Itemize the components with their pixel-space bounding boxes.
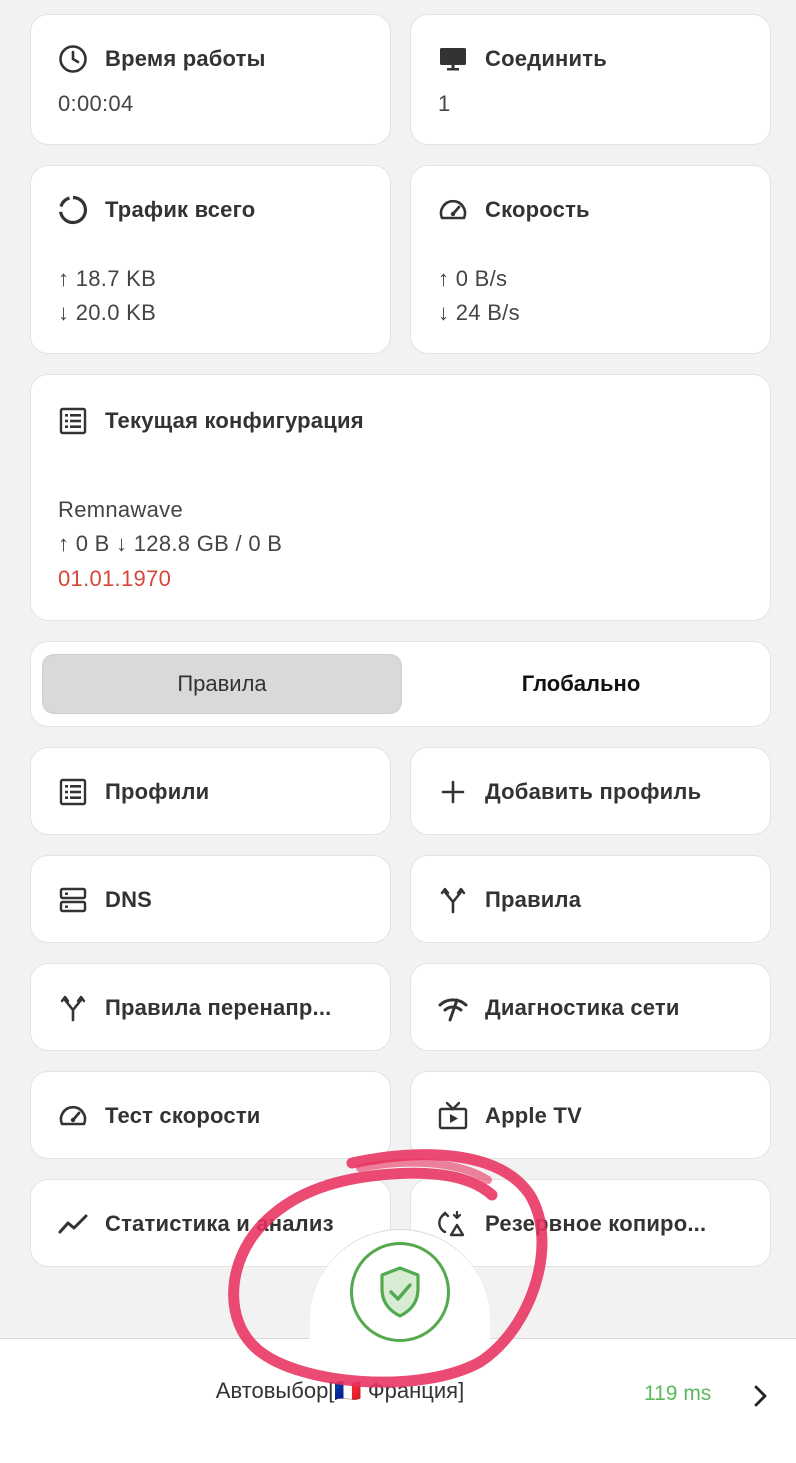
circle-progress-icon [59,195,88,225]
tile-label: Apple TV [485,1103,582,1128]
tile-label: Правила [485,887,582,912]
server-selector[interactable]: Автовыбор[🇫🇷 Франция] [0,1378,680,1404]
monitor-icon [440,48,466,71]
tile-label: Резервное копиро... [485,1211,707,1236]
connections-value: 1 [438,91,451,116]
mode-switch: Правила Глобально [30,641,771,727]
fork-icon [440,887,466,914]
config-name: Remnawave [58,497,183,522]
speedometer-icon [439,199,467,220]
speed-up: ↑ 0 B/s [438,266,508,291]
dns-icon [59,887,87,913]
list-icon [59,407,87,435]
redirect-rules-button[interactable]: Правила перенапр... [30,963,391,1051]
traffic-down: ↓ 20.0 KB [58,300,157,325]
current-config-card[interactable]: Текущая конфигурация Remnawave ↑ 0 B ↓ 1… [30,374,771,621]
tile-label: Статистика и анализ [105,1211,334,1236]
traffic-label: Трафик всего [105,197,256,222]
backup-button[interactable]: Резервное копиро... [410,1179,771,1267]
connections-card[interactable]: Соединить 1 [410,14,771,145]
speed-down: ↓ 24 B/s [438,300,520,325]
ping-value: 119 ms [644,1382,712,1405]
chevron-right-icon[interactable] [750,1383,770,1409]
speed-label: Скорость [485,197,590,222]
dns-button[interactable]: DNS [30,855,391,943]
tile-label: Тест скорости [105,1103,261,1128]
tile-label: Правила перенапр... [105,995,332,1020]
rules-button[interactable]: Правила [410,855,771,943]
speedometer-icon [59,1105,87,1126]
traffic-card: Трафик всего ↑ 18.7 KB ↓ 20.0 KB [30,165,391,354]
plus-icon [441,780,465,804]
config-usage: ↑ 0 B ↓ 128.8 GB / 0 B [58,531,283,556]
shield-check-icon [380,1266,420,1318]
network-diagnostic-icon [438,998,468,1022]
backup-icon [438,1210,465,1237]
tile-label: Диагностика сети [485,995,680,1020]
connect-button[interactable] [350,1242,450,1342]
config-expiry: 01.01.1970 [58,566,172,591]
tile-label: DNS [105,887,153,912]
apple-tv-button[interactable]: Apple TV [410,1071,771,1159]
mode-rules-button[interactable]: Правила [42,654,402,714]
uptime-value: 0:00:04 [58,91,134,116]
tile-label: Добавить профиль [485,779,702,804]
chart-line-icon [58,1214,88,1234]
config-label: Текущая конфигурация [105,408,364,433]
connections-label: Соединить [485,46,607,71]
add-profile-button[interactable]: Добавить профиль [410,747,771,835]
tile-label: Профили [105,779,210,804]
traffic-up: ↑ 18.7 KB [58,266,157,291]
list-icon [59,778,87,806]
speed-card: Скорость ↑ 0 B/s ↓ 24 B/s [410,165,771,354]
uptime-card: Время работы 0:00:04 [30,14,391,145]
fork-icon [60,995,86,1022]
uptime-label: Время работы [105,46,266,71]
profiles-button[interactable]: Профили [30,747,391,835]
mode-global-button[interactable]: Глобально [401,654,761,714]
tv-icon [438,1101,468,1130]
network-diagnostic-button[interactable]: Диагностика сети [410,963,771,1051]
clock-icon [59,45,87,73]
speed-test-button[interactable]: Тест скорости [30,1071,391,1159]
